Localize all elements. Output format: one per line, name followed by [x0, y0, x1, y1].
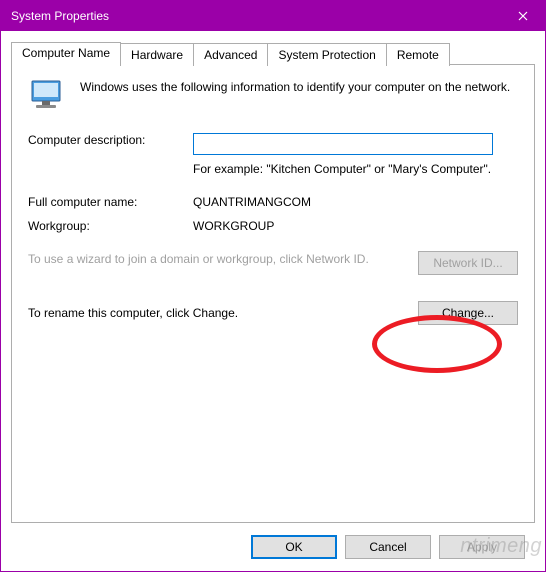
- workgroup-row: Workgroup: WORKGROUP: [28, 219, 518, 233]
- apply-button: Apply: [439, 535, 525, 559]
- close-button[interactable]: [500, 1, 545, 31]
- system-properties-window: System Properties Computer Name Hardware…: [0, 0, 546, 572]
- dialog-buttons: OK Cancel Apply: [11, 523, 535, 571]
- description-input[interactable]: [193, 133, 493, 155]
- wizard-text: To use a wizard to join a domain or work…: [28, 251, 418, 267]
- tabs-row: Computer Name Hardware Advanced System P…: [11, 41, 535, 64]
- tab-hardware[interactable]: Hardware: [120, 43, 194, 66]
- ok-button[interactable]: OK: [251, 535, 337, 559]
- full-name-label: Full computer name:: [28, 195, 193, 209]
- tab-computer-name[interactable]: Computer Name: [11, 42, 121, 65]
- titlebar: System Properties: [1, 1, 545, 31]
- tab-remote[interactable]: Remote: [386, 43, 450, 66]
- description-label: Computer description:: [28, 133, 193, 155]
- change-button[interactable]: Change...: [418, 301, 518, 325]
- tab-advanced[interactable]: Advanced: [193, 43, 268, 66]
- network-id-button: Network ID...: [418, 251, 518, 275]
- intro-text: Windows uses the following information t…: [80, 79, 510, 115]
- intro-row: Windows uses the following information t…: [28, 79, 518, 115]
- description-row: Computer description:: [28, 133, 518, 155]
- tab-system-protection[interactable]: System Protection: [267, 43, 386, 66]
- workgroup-label: Workgroup:: [28, 219, 193, 233]
- close-icon: [518, 11, 528, 21]
- full-name-row: Full computer name: QUANTRIMANGCOM: [28, 195, 518, 209]
- cancel-button[interactable]: Cancel: [345, 535, 431, 559]
- tab-panel-computer-name: Windows uses the following information t…: [11, 64, 535, 523]
- workgroup-value: WORKGROUP: [193, 219, 518, 233]
- description-example: For example: "Kitchen Computer" or "Mary…: [193, 161, 518, 177]
- rename-section: To rename this computer, click Change. C…: [28, 301, 518, 325]
- computer-icon: [28, 79, 68, 115]
- content-area: Computer Name Hardware Advanced System P…: [1, 31, 545, 571]
- rename-text: To rename this computer, click Change.: [28, 306, 418, 320]
- full-name-value: QUANTRIMANGCOM: [193, 195, 518, 209]
- wizard-section: To use a wizard to join a domain or work…: [28, 251, 518, 275]
- window-title: System Properties: [11, 9, 500, 23]
